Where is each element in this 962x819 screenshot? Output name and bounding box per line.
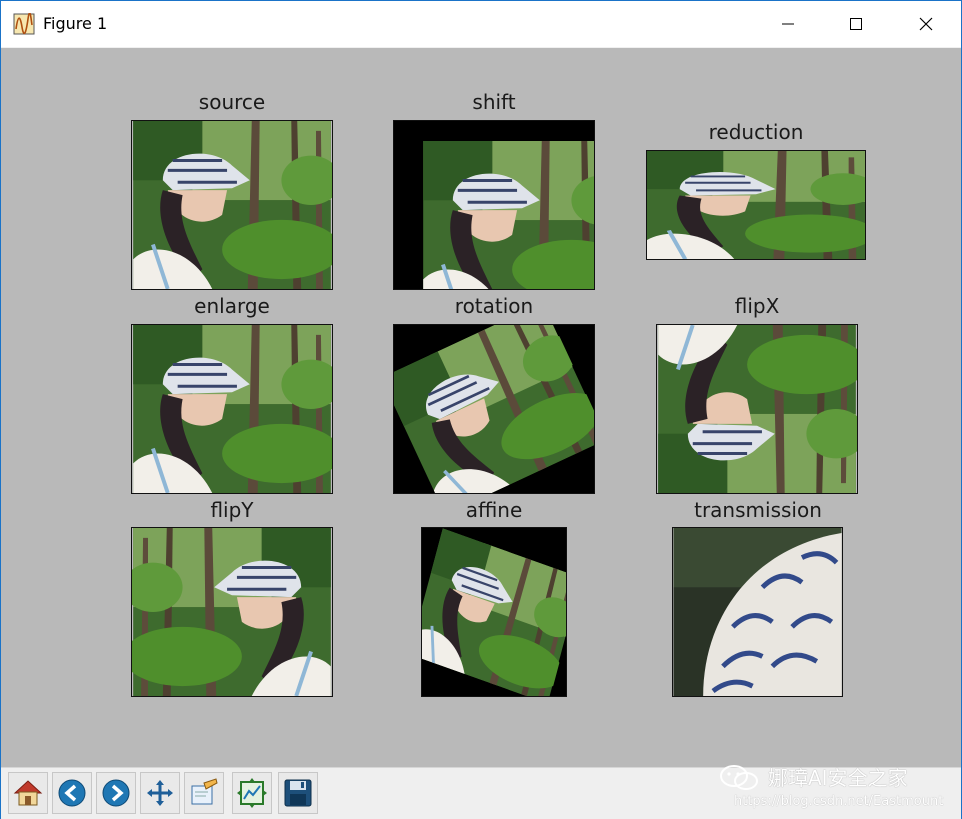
watermark-url: https://blog.csdn.net/Eastmount <box>734 794 944 809</box>
close-icon <box>919 17 933 31</box>
save-icon <box>284 779 312 807</box>
enlarge-image <box>131 324 333 494</box>
panel-title-flipX: flipX <box>734 294 780 318</box>
panel-title-transmission: transmission <box>694 498 822 522</box>
pan-button[interactable] <box>140 772 180 814</box>
figure-canvas[interactable]: source shift reduction enlarge rotation … <box>1 48 961 767</box>
subplots-icon <box>237 778 267 808</box>
figure-window: Figure 1 source shift reduction enlarge … <box>0 0 962 819</box>
zoom-button[interactable] <box>184 772 224 814</box>
home-icon <box>13 780 43 806</box>
rotation-image <box>393 324 595 494</box>
panel-title-shift: shift <box>472 90 516 114</box>
move-icon <box>147 780 173 806</box>
affine-image <box>421 527 567 697</box>
panel-title-source: source <box>198 90 266 114</box>
home-button[interactable] <box>8 772 48 814</box>
wechat-watermark: 娜璋AI安全之家 https://blog.csdn.net/Eastmount <box>706 757 956 817</box>
forward-arrow-icon <box>102 779 130 807</box>
subplots-button[interactable] <box>232 772 272 814</box>
wechat-icon <box>718 763 762 793</box>
panel-title-affine: affine <box>465 498 523 522</box>
forward-button[interactable] <box>96 772 136 814</box>
minimize-button[interactable] <box>765 1 811 47</box>
source-image <box>131 120 333 290</box>
maximize-button[interactable] <box>833 1 879 47</box>
flipX-image <box>656 324 858 494</box>
maximize-icon <box>850 18 862 30</box>
back-button[interactable] <box>52 772 92 814</box>
zoom-rect-icon <box>191 778 218 805</box>
matplotlib-app-icon <box>13 12 35 35</box>
panel-title-rotation: rotation <box>454 294 534 318</box>
flipY-image <box>131 527 333 697</box>
title-bar[interactable]: Figure 1 <box>1 1 961 47</box>
save-button[interactable] <box>278 772 318 814</box>
back-arrow-icon <box>58 779 86 807</box>
minimize-icon <box>782 23 794 25</box>
panel-title-reduction: reduction <box>708 120 804 144</box>
watermark-title: 娜璋AI安全之家 <box>768 766 908 790</box>
shift-image <box>393 120 595 290</box>
close-button[interactable] <box>903 1 949 47</box>
window-title: Figure 1 <box>43 14 108 33</box>
reduction-image <box>646 150 866 260</box>
panel-title-flipY: flipY <box>210 498 254 522</box>
panel-title-enlarge: enlarge <box>194 294 270 318</box>
transmission-image <box>672 527 843 697</box>
